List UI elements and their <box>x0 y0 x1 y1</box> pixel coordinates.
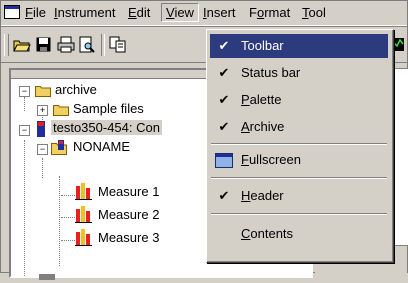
view-menu-item-toolbar[interactable]: ✔ Toolbar <box>210 34 388 58</box>
tree-line <box>61 195 75 196</box>
tree-item-sample-files[interactable]: Sample files <box>73 100 144 118</box>
menu-separator <box>211 213 387 215</box>
menu-separator <box>211 177 387 179</box>
folder-icon <box>53 103 69 116</box>
folder-icon <box>35 84 51 97</box>
menu-separator <box>211 143 387 145</box>
location-folder-icon <box>51 140 67 155</box>
menu-instrument[interactable]: Instrument <box>50 3 119 22</box>
check-icon: ✔ <box>218 92 230 107</box>
tree-line <box>61 240 75 241</box>
menubar: File Instrument Edit View Insert Format … <box>1 1 407 26</box>
tree-item-instrument[interactable]: testo350-454: Con <box>51 119 162 137</box>
view-menu-item-status-bar[interactable]: ✔ Status bar <box>210 61 388 85</box>
view-menu-item-fullscreen[interactable]: Fullscreen <box>210 148 388 172</box>
app-window: File Instrument Edit View Insert Format … <box>0 0 408 280</box>
view-menu-item-palette[interactable]: ✔ Palette <box>210 88 388 112</box>
menu-tool[interactable]: Tool <box>298 3 330 22</box>
tree-line <box>42 158 43 178</box>
check-icon: ✔ <box>218 65 230 80</box>
measure-icon <box>75 182 92 200</box>
expand-sample-files-toggle[interactable]: + <box>37 105 48 116</box>
tree-line <box>24 97 25 111</box>
menu-file[interactable]: File <box>21 3 50 22</box>
tree-item-noname[interactable]: NONAME <box>73 138 130 156</box>
save-icon[interactable] <box>35 36 53 53</box>
collapse-instrument-toggle[interactable]: − <box>19 125 30 136</box>
tree-item-measure-3[interactable]: Measure 3 <box>98 229 159 247</box>
tree-item-measure-2[interactable]: Measure 2 <box>98 206 159 224</box>
app-icon[interactable] <box>4 5 20 19</box>
tree-item-archive[interactable]: archive <box>55 81 97 99</box>
view-menu-item-header[interactable]: ✔ Header <box>210 184 388 208</box>
menu-insert[interactable]: Insert <box>199 3 240 22</box>
tree-line <box>61 217 75 218</box>
collapse-noname-toggle[interactable]: − <box>37 144 48 155</box>
check-icon: ✔ <box>218 38 230 53</box>
instrument-icon <box>33 120 49 137</box>
collapse-archive-toggle[interactable]: − <box>19 86 30 97</box>
toolbar-grip[interactable] <box>4 34 9 56</box>
tree-item-measure-1[interactable]: Measure 1 <box>98 183 159 201</box>
tree-item-partial-icon <box>39 268 55 280</box>
check-icon: ✔ <box>218 119 230 134</box>
view-menu-dropdown: ✔ Toolbar ✔ Status bar ✔ Palette ✔ Archi… <box>206 29 394 263</box>
menu-edit[interactable]: Edit <box>124 3 154 22</box>
measure-icon <box>75 205 92 223</box>
toolbar-separator <box>101 34 105 56</box>
view-menu-item-archive[interactable]: ✔ Archive <box>210 115 388 139</box>
check-icon: ✔ <box>218 188 230 203</box>
fullscreen-icon <box>215 153 233 168</box>
menu-view[interactable]: View <box>161 3 199 22</box>
open-folder-icon[interactable] <box>13 36 31 53</box>
measure-icon <box>75 228 92 246</box>
print-preview-icon[interactable] <box>78 36 96 53</box>
tree-line <box>59 176 60 266</box>
copy-icon[interactable] <box>109 36 127 53</box>
view-menu-item-contents[interactable]: Contents <box>210 222 388 246</box>
print-icon[interactable] <box>57 36 75 53</box>
tree-line <box>24 140 25 276</box>
menu-format[interactable]: Format <box>245 3 294 22</box>
